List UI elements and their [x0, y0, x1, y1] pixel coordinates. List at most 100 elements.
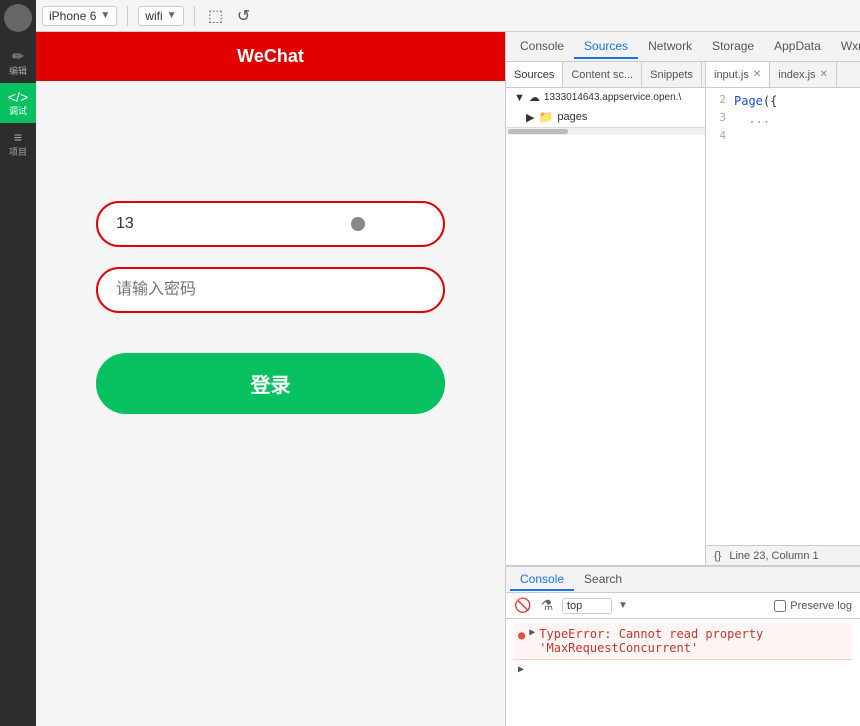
tree-pages-item[interactable]: ▶ 📁 pages	[506, 107, 705, 127]
password-input[interactable]	[96, 267, 445, 313]
console-output: ● ▶ TypeError: Cannot read property 'Max…	[506, 619, 860, 726]
tree-scrollbar[interactable]	[506, 127, 705, 135]
code-tabs: input.js ✕ index.js ✕	[706, 62, 860, 88]
login-button-label: 登录	[251, 375, 291, 397]
code-tab-index-js[interactable]: index.js ✕	[770, 62, 837, 87]
close-input-js-icon[interactable]: ✕	[753, 69, 761, 80]
source-tree: Sources Content sc... Snippets ⋮ ▼ ☁	[506, 62, 706, 565]
tree-root-item[interactable]: ▼ ☁ 1333014643.appservice.open.\	[506, 88, 705, 107]
phone-preview: WeChat 登录	[36, 32, 506, 726]
console-filter-value: top	[567, 600, 582, 612]
source-sub-tab-content[interactable]: Content sc...	[563, 62, 642, 87]
phone-input[interactable]	[96, 201, 445, 247]
tab-sources-label: Sources	[584, 39, 628, 53]
tab-storage[interactable]: Storage	[702, 35, 764, 59]
console-tabs: Console Search	[506, 567, 860, 593]
login-button[interactable]: 登录	[96, 353, 445, 414]
source-tab-more-icon[interactable]: ⋮	[702, 64, 705, 85]
cloud-icon: ☁	[529, 91, 540, 104]
console-error-entry: ● ▶ TypeError: Cannot read property 'Max…	[514, 623, 852, 660]
tree-scroll-thumb	[508, 129, 568, 134]
source-sub-tab-snippets-label: Snippets	[650, 69, 693, 81]
network-selector[interactable]: wifi ▼	[138, 6, 183, 26]
sidebar-item-edit[interactable]: ✏ 编辑	[0, 42, 36, 83]
project-icon: ≡	[14, 129, 22, 146]
filter-dropdown-icon[interactable]: ▼	[618, 600, 628, 611]
code-status-text: {}	[714, 550, 721, 562]
tab-console-label: Console	[520, 39, 564, 53]
code-line-4: 4	[706, 128, 860, 145]
console-toolbar: 🚫 ⚗ top ▼ Preserve log	[506, 593, 860, 619]
folder-icon: 📁	[538, 110, 553, 124]
tab-sources[interactable]: Sources	[574, 35, 638, 59]
devtools-top-tabs: Console Sources Network Storage AppData …	[506, 32, 860, 62]
avatar	[4, 4, 32, 32]
tab-appdata-label: AppData	[774, 39, 821, 53]
tree-folder-expand-icon: ▶	[526, 111, 534, 124]
tree-root-label: 1333014643.appservice.open.\	[544, 92, 681, 103]
sidebar-item-debug-label: 调试	[9, 106, 27, 117]
console-tab-console-label: Console	[520, 572, 564, 586]
wechat-app: WeChat 登录	[36, 32, 505, 726]
refresh-icon[interactable]: ↺	[233, 6, 255, 26]
tab-appdata[interactable]: AppData	[764, 35, 831, 59]
separator-2	[194, 6, 195, 26]
preserve-log-checkbox[interactable]	[774, 600, 786, 612]
sidebar-item-project-label: 项目	[9, 147, 27, 158]
tab-network[interactable]: Network	[638, 35, 702, 59]
input-cursor-dot	[351, 217, 365, 231]
sidebar-item-debug[interactable]: </> 调试	[0, 83, 36, 124]
code-tab-input-js-label: input.js	[714, 69, 749, 81]
device-name: iPhone 6	[49, 9, 96, 23]
wechat-title: WeChat	[237, 46, 304, 66]
source-sub-tab-content-label: Content sc...	[571, 69, 633, 81]
code-tab-input-js[interactable]: input.js ✕	[706, 62, 770, 87]
error-message: TypeError: Cannot read property 'MaxRequ…	[539, 627, 848, 655]
code-line-3: 3 ...	[706, 110, 860, 128]
edit-icon: ✏	[12, 48, 24, 65]
wechat-body: 登录	[36, 81, 505, 726]
device-arrow-icon: ▼	[100, 10, 110, 21]
tab-wxml[interactable]: Wxml	[831, 35, 860, 59]
code-status-bar: {} Line 23, Column 1	[706, 545, 860, 565]
preserve-log-wrapper: Preserve log	[774, 600, 852, 612]
source-sub-tabs: Sources Content sc... Snippets ⋮	[506, 62, 705, 88]
code-area[interactable]: 2 Page({ 3 ... 4	[706, 88, 860, 545]
sidebar-item-edit-label: 编辑	[9, 66, 27, 77]
error-circle-icon: ●	[518, 628, 525, 642]
phone-input-wrapper	[96, 201, 445, 247]
devtools-panel: Console Sources Network Storage AppData …	[506, 32, 860, 726]
code-position: Line 23, Column 1	[729, 550, 818, 562]
code-line-2: 2 Page({	[706, 92, 860, 110]
wechat-header: WeChat	[36, 32, 505, 81]
device-selector[interactable]: iPhone 6 ▼	[42, 6, 117, 26]
console-panel: Console Search 🚫 ⚗ top ▼ Preserve lo	[506, 566, 860, 726]
preserve-log-label: Preserve log	[790, 600, 852, 612]
error-expand-icon[interactable]: ▶	[529, 627, 535, 638]
devtools-middle: Sources Content sc... Snippets ⋮ ▼ ☁	[506, 62, 860, 566]
main-area: iPhone 6 ▼ wifi ▼ ⬚ ↺ WeChat	[36, 0, 860, 726]
network-name: wifi	[145, 9, 162, 23]
sidebar-item-project[interactable]: ≡ 项目	[0, 123, 36, 164]
console-tab-console[interactable]: Console	[510, 569, 574, 591]
debug-icon: </>	[8, 89, 28, 106]
source-sub-tab-sources-label: Sources	[514, 69, 554, 81]
close-index-js-icon[interactable]: ✕	[820, 69, 828, 80]
top-bar: iPhone 6 ▼ wifi ▼ ⬚ ↺	[36, 0, 860, 32]
tab-storage-label: Storage	[712, 39, 754, 53]
prompt-arrow-icon: ▶	[518, 664, 524, 675]
source-sub-tab-snippets[interactable]: Snippets	[642, 62, 702, 87]
content-row: WeChat 登录	[36, 32, 860, 726]
password-input-wrapper	[96, 267, 445, 313]
filter-icon[interactable]: ⚗	[538, 597, 556, 614]
network-arrow-icon: ▼	[167, 10, 177, 21]
code-panel: input.js ✕ index.js ✕ 2 Page({	[706, 62, 860, 565]
console-tab-search[interactable]: Search	[574, 569, 632, 591]
console-filter-input[interactable]: top	[562, 598, 612, 614]
tab-console[interactable]: Console	[510, 35, 574, 59]
clear-console-icon[interactable]: 🚫	[514, 597, 532, 614]
source-sub-tab-sources[interactable]: Sources	[506, 62, 563, 87]
devtools-icon[interactable]: ⬚	[205, 6, 227, 26]
console-prompt: ▶	[514, 660, 852, 679]
console-tab-search-label: Search	[584, 572, 622, 586]
